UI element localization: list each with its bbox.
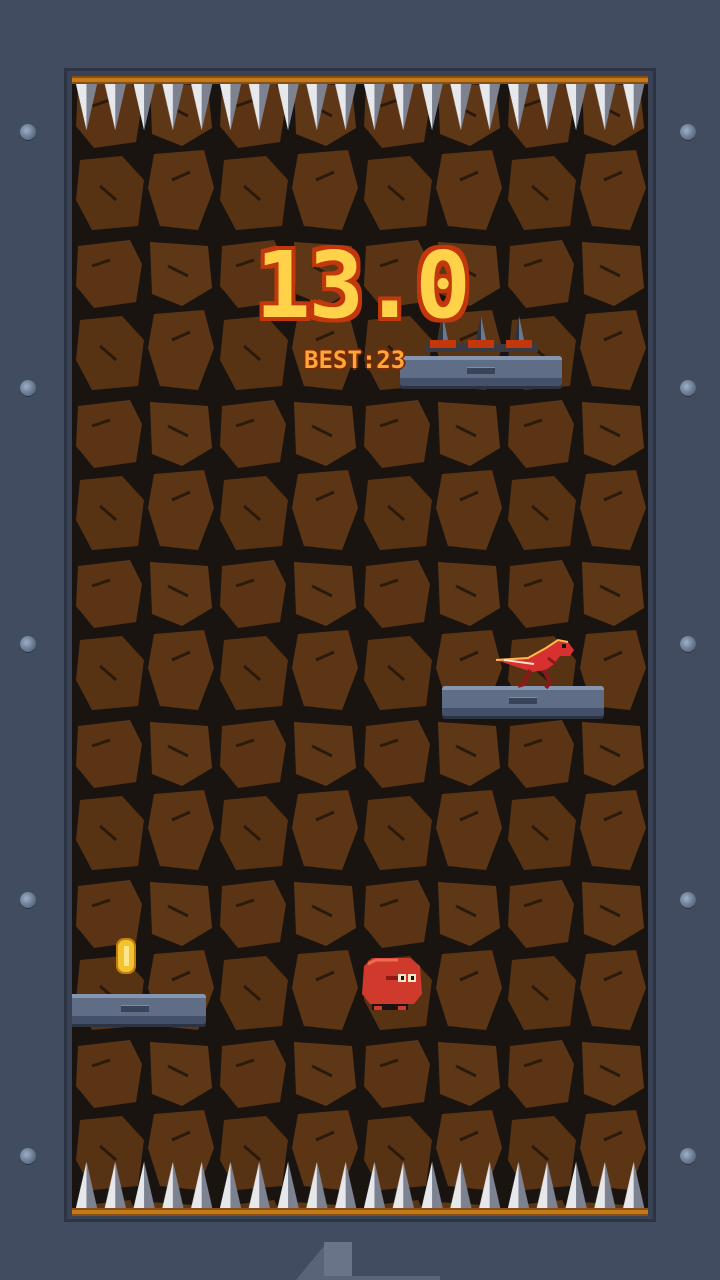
platform-slot bbox=[121, 1005, 149, 1012]
rivet bbox=[680, 1148, 696, 1164]
rivet bbox=[20, 1148, 36, 1164]
ceiling-spikes bbox=[72, 84, 648, 132]
floor-spikes bbox=[72, 1160, 648, 1208]
platform-middle bbox=[442, 686, 604, 716]
arrow-up-icon[interactable] bbox=[296, 1242, 440, 1280]
platform-top bbox=[400, 356, 562, 386]
platform-slot bbox=[467, 367, 495, 374]
rivet bbox=[20, 636, 36, 652]
rivet bbox=[20, 892, 36, 908]
rivet bbox=[680, 892, 696, 908]
score-display: 13.0 bbox=[255, 232, 471, 339]
top-rail bbox=[72, 76, 648, 84]
rivet bbox=[680, 124, 696, 140]
platform-bottom-left bbox=[72, 994, 206, 1024]
rivet bbox=[680, 636, 696, 652]
gold-coin[interactable] bbox=[112, 936, 140, 976]
bottom-rail bbox=[72, 1208, 648, 1216]
best-score: BEST:23 bbox=[304, 346, 406, 374]
red-raptor-enemy bbox=[495, 638, 574, 690]
playfield[interactable]: 13.0 BEST:23 bbox=[72, 76, 648, 1216]
rivet bbox=[20, 124, 36, 140]
platform-slot bbox=[509, 697, 537, 704]
rivet bbox=[20, 380, 36, 396]
rivet bbox=[680, 380, 696, 396]
red-blob-player bbox=[362, 958, 422, 1010]
